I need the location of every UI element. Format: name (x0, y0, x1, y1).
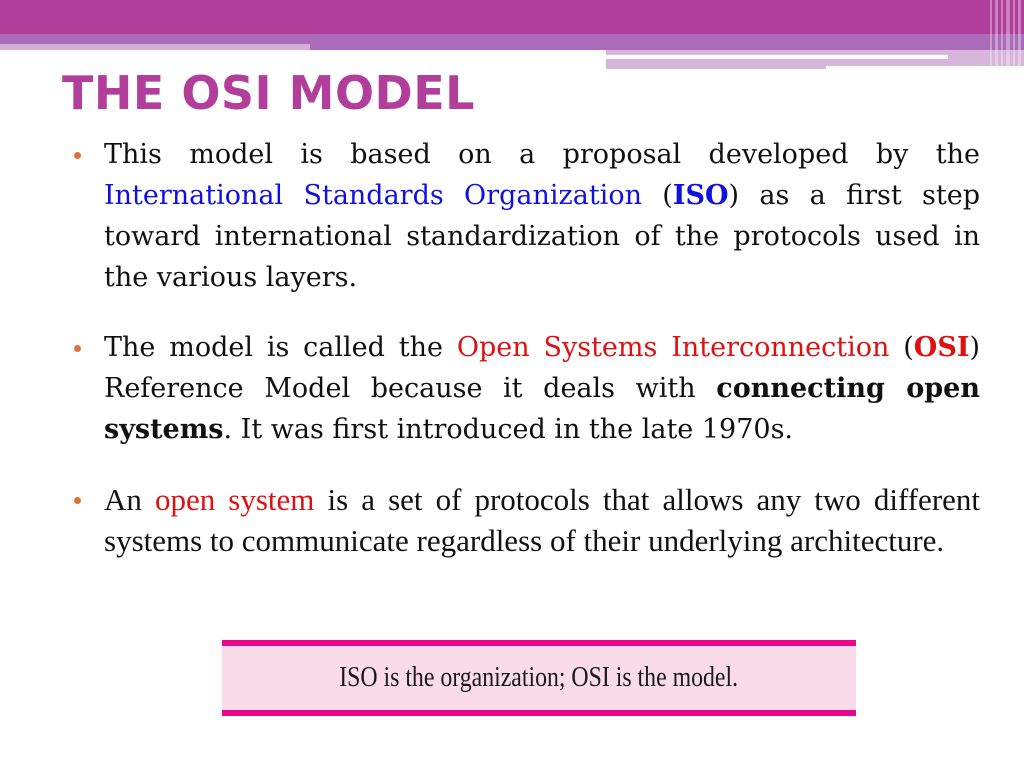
highlight-term: Open Systems Interconnection (456, 332, 890, 363)
header-accent-strip (0, 44, 310, 50)
bullet-text: The model is called the (104, 332, 457, 363)
bullet-text: An (104, 482, 155, 517)
bullet-text: This model is based on a proposal develo… (104, 139, 980, 170)
bullet-item: The model is called the Open Systems Int… (70, 327, 980, 450)
bullet-dot-icon (74, 345, 81, 352)
callout-box: ISO is the organization; OSI is the mode… (222, 640, 856, 716)
acronym-iso: ISO (672, 180, 729, 211)
bullet-text: . It was first introduced in the late 19… (223, 414, 794, 445)
bullet-dot-icon (74, 152, 81, 159)
bullet-text: ( (641, 180, 673, 211)
highlight-term: International Standards Organization (104, 180, 642, 211)
bullet-text: ( (889, 332, 914, 363)
header-band (0, 0, 1024, 34)
bullet-item: An open system is a set of protocols tha… (70, 479, 980, 561)
acronym-osi: OSI (913, 332, 970, 363)
header-accent-line (606, 55, 948, 59)
bullet-dot-icon (74, 497, 81, 504)
callout-text: ISO is the organization; OSI is the mode… (339, 662, 739, 693)
header-vertical-stripes (988, 0, 1024, 69)
highlight-term: open system (154, 482, 315, 517)
bullet-list: This model is based on a proposal develo… (70, 134, 980, 561)
bullet-item: This model is based on a proposal develo… (70, 134, 980, 298)
slide-title: THE OSI MODEL (62, 66, 475, 120)
